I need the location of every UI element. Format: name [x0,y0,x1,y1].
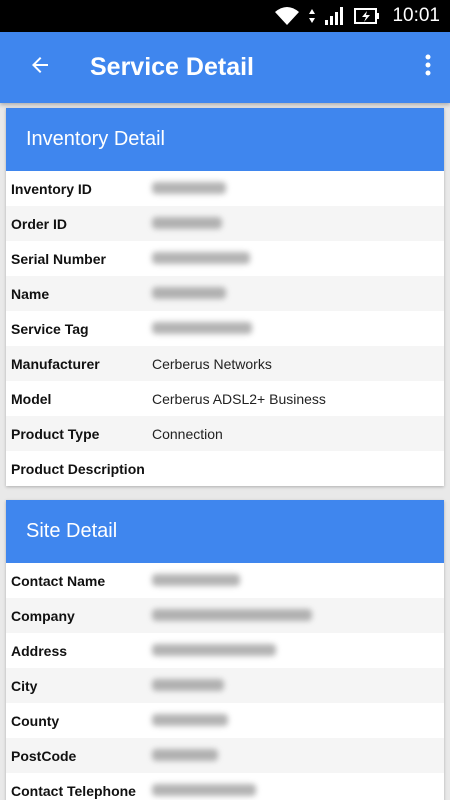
redacted-value [152,713,228,729]
status-bar: 10:01 [0,0,450,32]
detail-row: Company [6,598,444,633]
arrow-left-icon [28,53,52,82]
detail-row: Name [6,276,444,311]
blurred-text [152,286,226,299]
redacted-value [152,678,224,694]
detail-value: Connection [152,425,223,442]
blurred-text [152,643,276,656]
inventory-detail-header: Inventory Detail [6,108,444,171]
back-button[interactable] [0,32,80,103]
detail-label: Contact Telephone [11,782,136,799]
detail-row: Contact Name [6,563,444,598]
content: Inventory Detail Inventory ID Order ID Ser… [0,108,450,800]
detail-row: Product Description [6,451,444,486]
detail-row: County [6,703,444,738]
detail-row: Manufacturer Cerberus Networks [6,346,444,381]
detail-label: Manufacturer [11,355,100,372]
blurred-text [152,251,250,264]
blurred-text [152,678,224,691]
signal-icon [324,6,346,26]
redacted-value [152,251,250,267]
site-detail-card: Site Detail Contact Name Company Address Ci… [6,500,444,800]
redacted-value [152,748,218,764]
detail-label: Service Tag [11,320,89,337]
detail-label: Model [11,390,52,407]
blurred-text [152,216,222,229]
battery-charging-icon [354,6,380,26]
detail-value: Cerberus Networks [152,355,272,372]
detail-label: Name [11,285,50,302]
blurred-text [152,573,240,586]
blurred-text [152,783,256,796]
detail-label: City [11,677,38,694]
redacted-value [152,181,226,197]
detail-row: Address [6,633,444,668]
detail-label: Product Description [11,460,145,477]
detail-label: Serial Number [11,250,106,267]
detail-label: Order ID [11,215,68,232]
detail-row: Serial Number [6,241,444,276]
detail-row: Service Tag [6,311,444,346]
detail-row: City [6,668,444,703]
app-bar: Service Detail [0,32,450,103]
wifi-icon [274,6,300,26]
data-arrows-icon [308,8,316,24]
detail-label: Company [11,607,75,624]
detail-label: Contact Name [11,572,106,589]
redacted-value [152,573,240,589]
redacted-value [152,286,226,302]
site-rows: Contact Name Company Address City County Post… [6,563,444,800]
status-time: 10:01 [392,5,440,26]
detail-label: PostCode [11,747,77,764]
detail-row: Inventory ID [6,171,444,206]
detail-row: Product Type Connection [6,416,444,451]
more-vert-icon [425,54,431,81]
detail-label: Inventory ID [11,180,92,197]
more-options-button[interactable] [406,32,450,103]
detail-row: Model Cerberus ADSL2+ Business [6,381,444,416]
page-title: Service Detail [90,53,254,81]
blurred-text [152,748,218,761]
redacted-value [152,608,312,624]
detail-label: Address [11,642,68,659]
blurred-text [152,321,252,334]
redacted-value [152,216,222,232]
redacted-value [152,321,252,337]
blurred-text [152,608,312,621]
redacted-value [152,783,256,799]
detail-label: County [11,712,60,729]
detail-label: Product Type [11,425,100,442]
inventory-detail-card: Inventory Detail Inventory ID Order ID Ser… [6,108,444,486]
inventory-rows: Inventory ID Order ID Serial Number Name Ser… [6,171,444,486]
blurred-text [152,713,228,726]
detail-value: Cerberus ADSL2+ Business [152,390,326,407]
detail-row: Contact Telephone [6,773,444,800]
detail-row: Order ID [6,206,444,241]
site-detail-header: Site Detail [6,500,444,563]
redacted-value [152,643,276,659]
blurred-text [152,181,226,194]
detail-row: PostCode [6,738,444,773]
